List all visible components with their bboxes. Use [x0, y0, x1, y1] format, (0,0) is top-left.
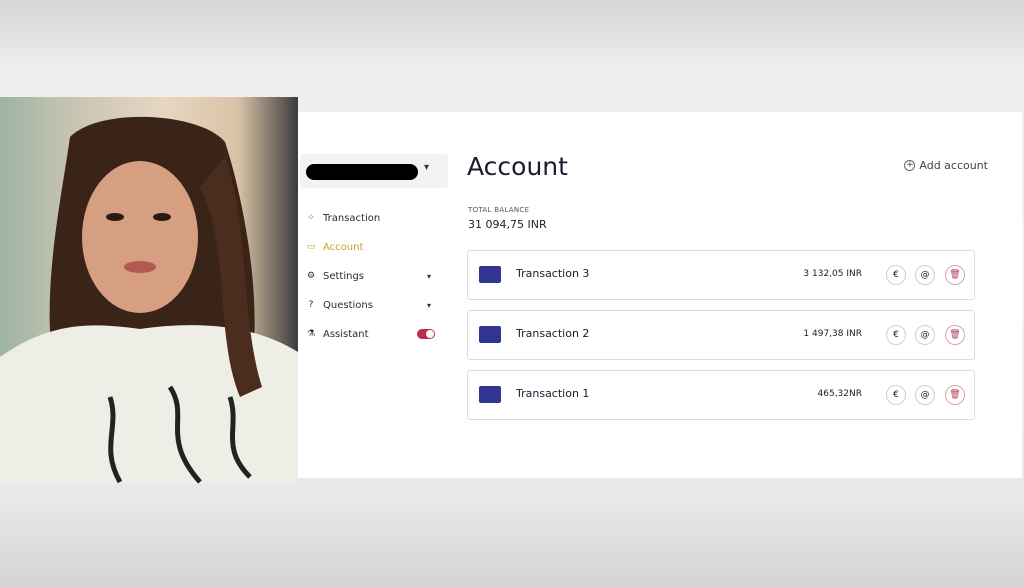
app-window: ▾ ⁘ Transaction ▭ Account ⚙ Settings ▾ ?… [298, 112, 1022, 478]
at-icon[interactable]: @ [915, 265, 935, 285]
presenter-photo [0, 97, 298, 484]
transaction-name: Transaction 2 [516, 327, 590, 340]
card-icon [479, 266, 501, 283]
trash-icon[interactable]: 🗑 [945, 325, 965, 345]
sidebar-item-label: Questions [323, 299, 373, 311]
card-icon [479, 326, 501, 343]
sidebar-item-label: Assistant [323, 328, 369, 340]
presenter-illustration [0, 116, 298, 484]
help-circle-icon: ? [308, 300, 314, 310]
transaction-name: Transaction 1 [516, 387, 590, 400]
sidebar-item-label: Account [323, 241, 364, 253]
currency-icon[interactable]: € [886, 325, 906, 345]
transaction-name: Transaction 3 [516, 267, 590, 280]
chevron-down-icon[interactable]: ▾ [424, 162, 429, 173]
add-account-label: Add account [919, 159, 988, 172]
grid-icon: ⁘ [307, 213, 315, 223]
plus-circle-icon: + [904, 160, 916, 171]
total-balance-label: TOTAL BALANCE [468, 206, 530, 214]
at-icon[interactable]: @ [915, 385, 935, 405]
sidebar-item-settings[interactable]: ⚙ Settings ▾ [305, 266, 445, 286]
transaction-amount: 1 497,38 INR [803, 329, 862, 339]
redacted-account-name [306, 164, 418, 180]
at-icon[interactable]: @ [915, 325, 935, 345]
account-selector[interactable]: ▾ [300, 154, 448, 188]
total-balance-value: 31 094,75 INR [468, 218, 547, 231]
card-icon [479, 386, 501, 403]
flask-icon: ⚗ [306, 329, 316, 339]
card-icon: ▭ [306, 242, 316, 252]
sidebar-item-transaction[interactable]: ⁘ Transaction [305, 208, 445, 228]
add-account-button[interactable]: + Add account [904, 159, 988, 172]
assistant-toggle[interactable] [417, 329, 435, 339]
transaction-amount: 465,32NR [817, 389, 862, 399]
chevron-down-icon: ▾ [426, 300, 431, 310]
trash-icon[interactable]: 🗑 [945, 385, 965, 405]
transaction-row[interactable]: Transaction 2 1 497,38 INR € @ 🗑 [467, 310, 975, 360]
trash-icon[interactable]: 🗑 [945, 265, 965, 285]
sidebar-item-assistant[interactable]: ⚗ Assistant [305, 324, 445, 344]
sidebar-item-account[interactable]: ▭ Account [305, 237, 445, 257]
sidebar-item-questions[interactable]: ? Questions ▾ [305, 295, 445, 315]
sidebar-item-label: Transaction [323, 212, 381, 224]
transaction-row[interactable]: Transaction 3 3 132,05 INR € @ 🗑 [467, 250, 975, 300]
chevron-down-icon: ▾ [426, 271, 431, 281]
gear-icon: ⚙ [306, 271, 316, 281]
currency-icon[interactable]: € [886, 265, 906, 285]
sidebar-item-label: Settings [323, 270, 365, 282]
transaction-amount: 3 132,05 INR [803, 269, 862, 279]
page-title: Account [467, 152, 568, 181]
transaction-row[interactable]: Transaction 1 465,32NR € @ 🗑 [467, 370, 975, 420]
currency-icon[interactable]: € [886, 385, 906, 405]
